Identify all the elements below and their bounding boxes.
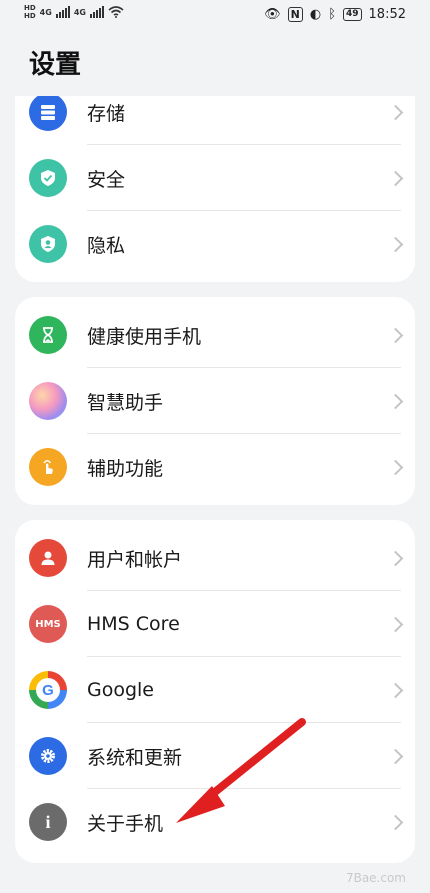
watermark: 7Bae.com [345, 871, 406, 885]
annotation-arrow [176, 718, 306, 823]
